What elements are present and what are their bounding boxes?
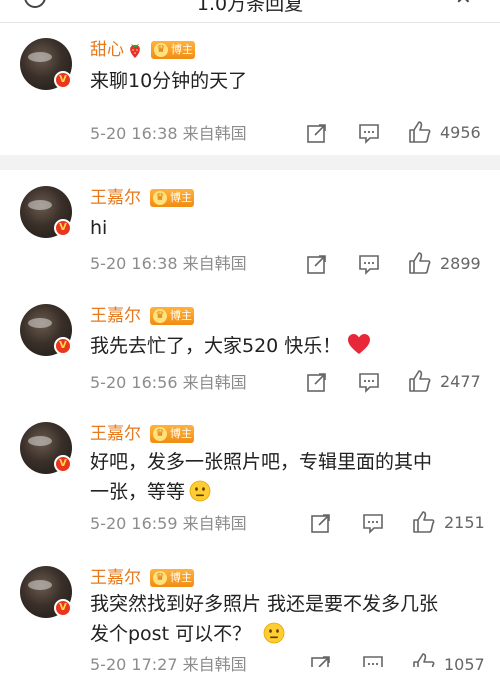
comment-meta: 5-20 16:38 来自韩国 [90,124,247,144]
comment-time: 5-20 16:38 [90,124,178,143]
comment-text: 好吧，发多一张照片吧，专辑里面的其中 一张，等等 [90,447,482,507]
crown-icon: ♛ [153,191,167,205]
comment-item: V 王嘉尔 ♛ 博主 hi 5-20 16:38 来自韩国 2899 [0,186,500,286]
comment-icon[interactable] [362,654,384,667]
crown-icon: ♛ [154,43,168,57]
comment-time: 5-20 16:59 [90,514,178,533]
blogger-badge: ♛ 博主 [151,41,195,59]
avatar-smoke [28,580,52,590]
verified-v-icon: V [54,455,72,473]
comment-item: V 王嘉尔 ♛ 博主 我突然找到好多照片 我还是要不发多几张 发个post 可以不… [0,566,500,674]
comment-meta: 5-20 16:38 来自韩国 [90,254,247,274]
crown-icon: ♛ [153,571,167,585]
verified-v-icon: V [54,71,72,89]
avatar[interactable]: V [20,38,72,90]
avatar-smoke [28,436,52,446]
avatar-smoke [28,200,52,210]
comment-location: 来自韩国 [182,514,247,533]
comment-location: 来自韩国 [182,655,247,674]
comment-time: 5-20 16:38 [90,254,178,273]
thumbs-up-icon[interactable] [412,510,436,534]
avatar-smoke [28,52,52,62]
thumbs-up-icon[interactable] [408,120,432,144]
comment-text-line: 我突然找到好多照片 我还是要不发多几张 [90,593,439,615]
comment-text-line: 发个post 可以不？ [90,619,482,649]
comment-meta: 5-20 16:59 来自韩国 [90,514,247,534]
comment-meta: 5-20 17:27 来自韩国 [90,655,247,675]
verified-v-icon: V [54,599,72,617]
comment-item: V 甜心 ♛ 博主 来聊10分钟的天了 5-20 16:38 来自韩国 4956 [0,38,500,148]
blogger-badge: ♛ 博主 [150,569,194,587]
commenter-name-text: 甜心 [90,40,124,60]
blogger-badge: ♛ 博主 [150,189,194,207]
avatar-smoke [28,318,52,328]
comment-text-line: 好吧，发多一张照片吧，专辑里面的其中 [90,451,433,473]
comment-text: 我先去忙了，大家520 快乐！ [90,331,482,361]
comment-location: 来自韩国 [182,254,247,273]
like-count: 1057 [444,655,485,674]
comment-icon[interactable] [358,253,380,275]
blogger-badge: ♛ 博主 [150,425,194,443]
comment-text-line: 一张，等等 [90,477,482,507]
share-icon[interactable] [310,512,332,534]
verified-v-icon: V [54,337,72,355]
section-divider [0,155,500,170]
avatar[interactable]: V [20,186,72,238]
comment-location: 来自韩国 [182,124,247,143]
red-heart-emoji [348,334,371,354]
comment-icon[interactable] [358,122,380,144]
comment-item: V 王嘉尔 ♛ 博主 好吧，发多一张照片吧，专辑里面的其中 一张，等等 5-20 … [0,422,500,542]
blogger-badge-label: 博主 [171,43,193,56]
avatar[interactable]: V [20,422,72,474]
blogger-badge: ♛ 博主 [150,307,194,325]
share-icon[interactable] [310,654,332,667]
comment-time: 5-20 16:56 [90,373,178,392]
comment-item: V 王嘉尔 ♛ 博主 我先去忙了，大家520 快乐！ 5-20 16:56 来自韩… [0,304,500,404]
commenter-name[interactable]: 王嘉尔 [90,188,141,208]
like-count: 2477 [440,372,481,391]
like-count: 4956 [440,123,481,142]
like-count: 2151 [444,513,485,532]
blogger-badge-label: 博主 [170,309,192,322]
commenter-name[interactable]: 王嘉尔 [90,306,141,326]
comment-text-content: 发个post 可以不？ [90,623,252,645]
like-count: 2899 [440,254,481,273]
comment-time: 5-20 17:27 [90,655,178,674]
thumbs-up-icon[interactable] [412,652,436,667]
comment-text-content: 一张，等等 [90,481,186,503]
commenter-name[interactable]: 王嘉尔 [90,568,141,588]
comment-location: 来自韩国 [182,373,247,392]
commenter-name[interactable]: 王嘉尔 [90,424,141,444]
crown-icon: ♛ [153,427,167,441]
share-icon[interactable] [306,253,328,275]
comment-text: 来聊10分钟的天了 [90,70,248,92]
neutral-face-emoji [263,622,285,644]
comment-icon[interactable] [362,512,384,534]
comment-icon[interactable] [358,371,380,393]
thumbs-up-icon[interactable] [408,251,432,275]
share-icon[interactable] [306,371,328,393]
comment-text-content: 我先去忙了，大家520 快乐！ [90,335,342,357]
verified-v-icon: V [54,219,72,237]
avatar[interactable]: V [20,304,72,356]
comment-text: 我突然找到好多照片 我还是要不发多几张 发个post 可以不？ [90,589,482,649]
comment-meta: 5-20 16:56 来自韩国 [90,373,247,393]
share-icon[interactable] [306,122,328,144]
top-bar: 1.0万条回复 ✕ [0,0,500,23]
blogger-badge-label: 博主 [170,427,192,440]
blogger-badge-label: 博主 [170,191,192,204]
blogger-badge-label: 博主 [170,571,192,584]
strawberry-icon [130,44,140,58]
comment-text: hi [90,217,108,239]
avatar[interactable]: V [20,566,72,618]
crown-icon: ♛ [153,309,167,323]
commenter-name[interactable]: 甜心 [90,40,144,60]
neutral-face-emoji [189,480,211,502]
page-title: 1.0万条回复 [196,0,304,15]
thumbs-up-icon[interactable] [408,369,432,393]
close-icon[interactable]: ✕ [455,0,472,7]
